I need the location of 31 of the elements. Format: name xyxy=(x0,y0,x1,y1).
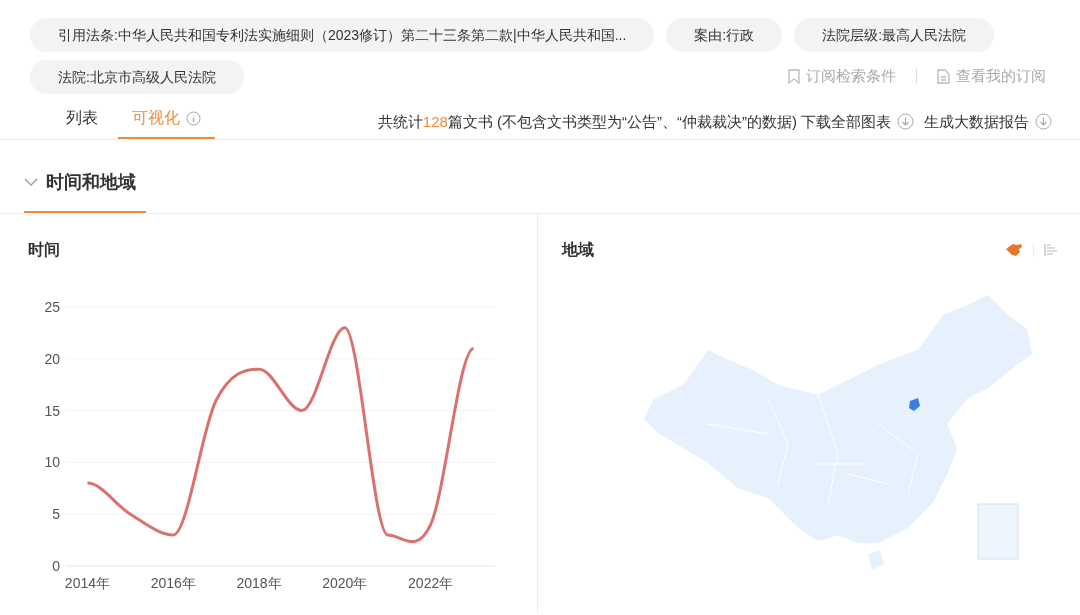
axis-tick-label: 2020年 xyxy=(322,575,368,591)
axis-tick-label: 2014年 xyxy=(64,575,111,591)
download-link[interactable]: 生成大数据报告 xyxy=(924,110,1029,133)
map-icon[interactable] xyxy=(1005,243,1023,257)
view-tab[interactable]: 列表 xyxy=(66,99,98,139)
document-count-text: 共统计128篇文书 (不包含文书类型为“公告”、“仲裁裁决”的数据) xyxy=(377,111,797,132)
axis-tick-label: 2022年 xyxy=(408,575,454,591)
list-icon[interactable] xyxy=(1044,243,1058,257)
download-link[interactable]: 下载全部图表 xyxy=(801,110,891,133)
info-icon[interactable] xyxy=(186,110,201,126)
axis-tick-label: 2018年 xyxy=(236,575,282,591)
beijing-region-highlight xyxy=(909,398,920,411)
axis-tick-label: 0 xyxy=(52,558,60,574)
filter-tag[interactable]: 案由:行政 xyxy=(666,18,783,52)
filter-tag[interactable]: 法院层级:最高人民法院 xyxy=(794,18,995,52)
axis-tick-label: 2016年 xyxy=(150,575,196,591)
panel-title: 地域 xyxy=(562,241,594,258)
download-icon[interactable] xyxy=(897,113,914,131)
bookmark-icon xyxy=(788,68,800,84)
filter-tag[interactable]: 法院:北京市高级人民法院 xyxy=(30,60,244,94)
axis-tick-label: 5 xyxy=(52,506,60,523)
filter-tag[interactable]: 引用法条:中华人民共和国专利法实施细则（2023修订）第二十三条第二款|中华人民共和国... xyxy=(30,18,655,52)
axis-tick-label: 25 xyxy=(44,299,60,315)
chevron-icon[interactable] xyxy=(24,177,38,187)
axis-tick-label: 15 xyxy=(44,402,60,419)
download-icon[interactable] xyxy=(1035,113,1052,131)
document-icon xyxy=(937,68,950,84)
axis-tick-label: 10 xyxy=(44,454,60,471)
axis-tick-label: 20 xyxy=(44,350,60,367)
section-title: 时间和地域 xyxy=(46,170,136,194)
panel-title: 时间 xyxy=(28,241,60,258)
